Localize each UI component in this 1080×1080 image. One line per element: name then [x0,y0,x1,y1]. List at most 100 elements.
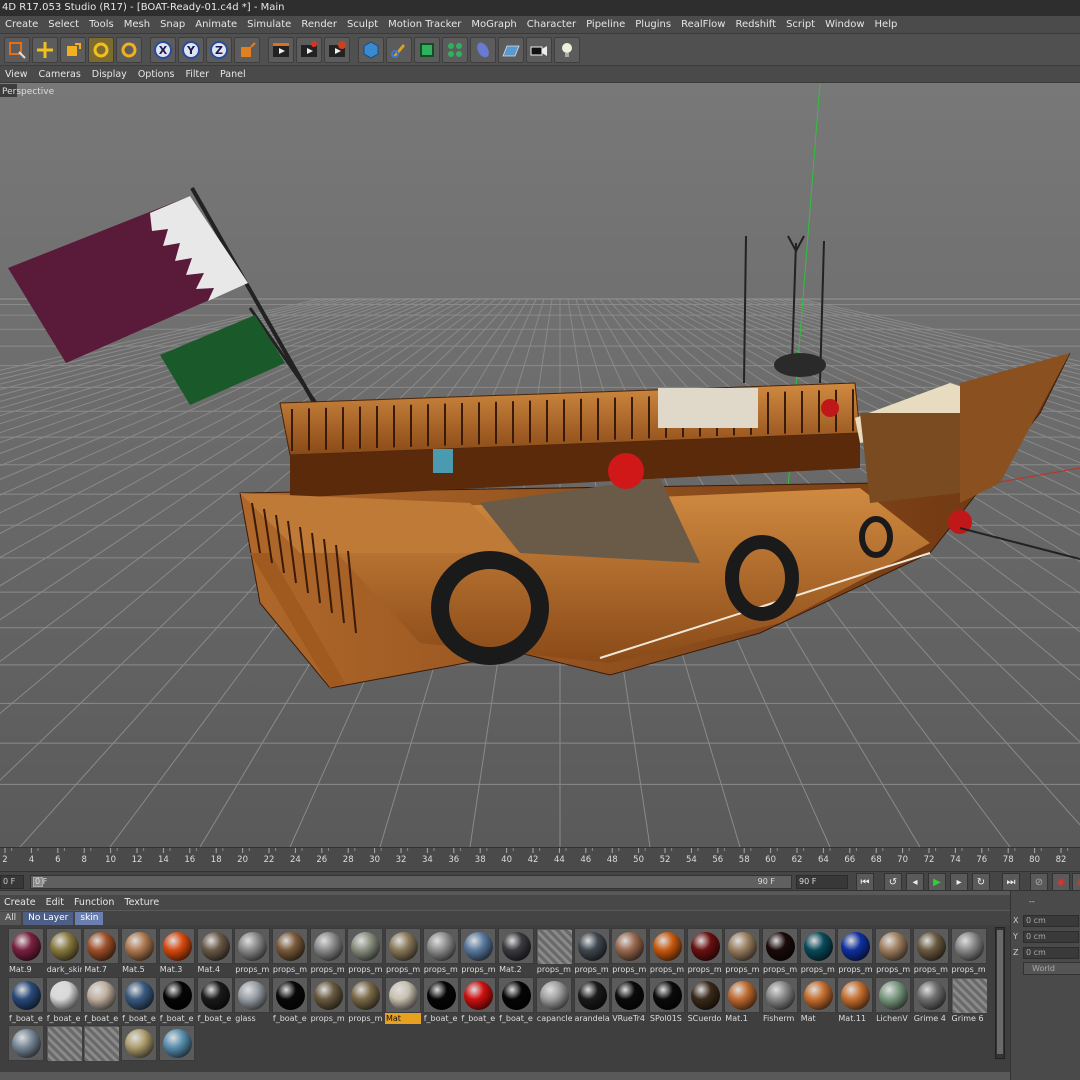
material-swatch[interactable]: props_m [422,928,459,975]
material-preview[interactable] [271,928,308,964]
material-scrollbar[interactable] [995,927,1005,1059]
viewport-menu-options[interactable]: Options [133,69,181,80]
material-swatch[interactable]: props_m [309,976,346,1024]
buoy-red[interactable] [608,453,644,489]
material-swatch[interactable]: Fisherm [762,976,798,1024]
start-frame-field[interactable]: 0 F [0,875,24,889]
material-preview[interactable] [45,928,82,964]
rotate-icon[interactable] [88,36,114,63]
material-menu-edit[interactable]: Edit [42,897,70,908]
material-preview[interactable] [912,976,949,1013]
material-preview[interactable] [347,928,384,964]
timeline-ruler[interactable]: 2 4 6 8 10 12 14 16 18 20 22 24 26 28 30 32 34 36 38 40 42 44… [0,847,1080,871]
material-menu-texture[interactable]: Texture [120,897,165,908]
material-swatch[interactable]: Grime 4 [912,976,949,1024]
play-icon[interactable]: ▶ [928,873,946,891]
material-preview[interactable] [158,928,195,964]
menu-animate[interactable]: Animate [190,19,242,30]
material-menu-create[interactable]: Create [0,897,42,908]
material-swatch[interactable]: Mat [799,976,836,1024]
keyframe-disabled-icon[interactable]: ⊘ [1030,873,1048,891]
material-swatch[interactable] [8,1025,44,1072]
material-preview[interactable] [573,976,610,1013]
material-preview[interactable] [422,976,459,1013]
material-preview[interactable] [875,976,912,1013]
material-swatch[interactable]: props_m [460,928,497,975]
loop-forward-icon[interactable]: ↻ [972,873,990,891]
menu-redshift[interactable]: Redshift [730,19,781,30]
material-swatch[interactable]: props_m [347,976,384,1024]
z-axis-icon[interactable]: Z [206,36,232,63]
menu-help[interactable]: Help [870,19,903,30]
material-preview[interactable] [573,928,610,964]
cloner-icon[interactable] [442,36,468,63]
material-swatch[interactable]: props_m [837,928,874,975]
material-preview[interactable] [799,928,836,964]
material-swatch[interactable]: f_boat_e [498,976,535,1024]
material-swatch[interactable]: Grime 6 [950,976,987,1024]
material-swatch[interactable]: SCuerdo [686,976,723,1024]
material-preview[interactable] [875,928,912,964]
subdivision-icon[interactable] [414,36,440,63]
material-swatch[interactable]: f_boat_e [460,976,497,1024]
layer-tab-all[interactable]: All [0,911,22,925]
end-frame-field[interactable]: 90 F [796,875,848,889]
step-forward-icon[interactable]: ▸ [950,873,968,891]
menu-select[interactable]: Select [43,19,84,30]
pen-icon[interactable] [386,36,412,63]
go-to-start-icon[interactable]: ⏮ [856,873,874,891]
material-swatch[interactable]: f_boat_e [121,976,158,1024]
menu-pipeline[interactable]: Pipeline [581,19,630,30]
material-swatch[interactable]: props_m [875,928,912,975]
material-swatch[interactable]: Mat [385,976,421,1024]
menu-render[interactable]: Render [296,19,342,30]
material-swatch[interactable]: capancle [535,976,572,1024]
material-swatch[interactable]: props_m [535,928,572,975]
material-swatch[interactable]: f_boat_e [8,976,44,1024]
loop-back-icon[interactable]: ↺ [884,873,902,891]
move-icon[interactable] [32,36,58,63]
material-swatch[interactable]: props_m [347,928,384,975]
material-preview[interactable] [121,928,158,964]
material-preview[interactable] [912,928,949,964]
material-swatch[interactable]: SPol01S [648,976,685,1024]
material-swatch[interactable] [45,1025,82,1072]
material-swatch[interactable]: f_boat_e [83,976,120,1024]
menu-mesh[interactable]: Mesh [119,19,155,30]
material-preview[interactable] [8,1025,44,1061]
material-swatch[interactable]: props_m [724,928,761,975]
step-back-icon[interactable]: ◂ [906,873,924,891]
material-swatch[interactable] [158,1025,195,1072]
material-preview[interactable] [799,976,836,1013]
viewport-menu-panel[interactable]: Panel [215,69,252,80]
coordinate-mode-dropdown[interactable]: World [1023,962,1080,975]
material-swatch[interactable]: dark_skin [45,928,82,975]
material-preview[interactable] [309,928,346,964]
material-preview[interactable] [950,976,987,1013]
material-swatch[interactable]: Mat.9 [8,928,44,975]
material-swatch[interactable] [121,1025,158,1072]
material-preview[interactable] [648,976,685,1013]
material-swatch[interactable]: f_boat_e [196,976,233,1024]
material-swatch[interactable]: props_m [799,928,836,975]
layer-tab-no-layer[interactable]: No Layer [23,911,74,925]
material-swatch[interactable]: props_m [234,928,271,975]
material-preview[interactable] [837,928,874,964]
material-preview[interactable] [686,928,723,964]
menu-script[interactable]: Script [781,19,820,30]
viewport-menu-view[interactable]: View [0,69,34,80]
material-preview[interactable] [460,928,497,964]
material-preview[interactable] [347,976,384,1013]
menu-sculpt[interactable]: Sculpt [342,19,383,30]
floor-icon[interactable] [498,36,524,63]
material-preview[interactable] [422,928,459,964]
menu-window[interactable]: Window [820,19,869,30]
menu-motion-tracker[interactable]: Motion Tracker [383,19,466,30]
material-preview[interactable] [535,928,572,964]
coord-z-field[interactable]: 0 cm [1023,947,1079,959]
material-swatch[interactable]: props_m [912,928,949,975]
material-preview[interactable] [158,976,195,1013]
viewport-menu-cameras[interactable]: Cameras [34,69,87,80]
material-swatch[interactable]: props_m [762,928,798,975]
cube-icon[interactable] [358,36,384,63]
